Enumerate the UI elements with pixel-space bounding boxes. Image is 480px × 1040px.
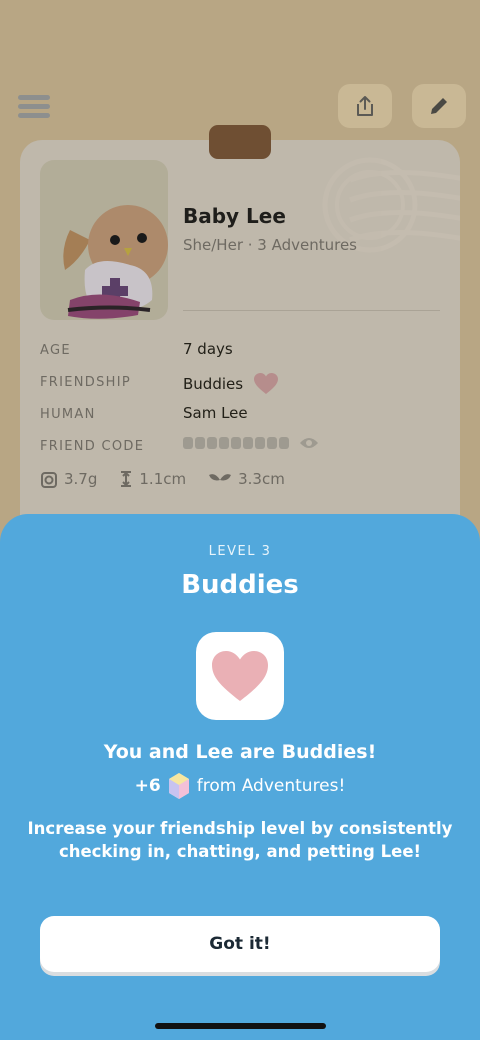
pet-stats: 3.7g 1.1cm 3.3cm	[40, 470, 285, 488]
level-title: Buddies	[181, 570, 299, 600]
height-stat: 1.1cm	[119, 470, 186, 488]
age-value: 7 days	[183, 340, 233, 358]
info-row-friendship: FRIENDSHIP Buddies	[40, 372, 440, 394]
pet-name: Baby Lee	[183, 204, 286, 228]
friendship-headline: You and Lee are Buddies!	[103, 741, 377, 763]
wings-icon	[209, 474, 232, 481]
scale-icon	[41, 472, 57, 488]
eye-icon[interactable]	[299, 436, 319, 450]
wingspan-stat: 3.3cm	[208, 470, 285, 488]
share-button[interactable]	[338, 84, 392, 128]
friendship-value: Buddies	[183, 375, 244, 393]
bird-character-image	[63, 205, 168, 319]
human-value: Sam Lee	[183, 404, 248, 422]
reward-amount: +6	[134, 776, 161, 796]
friend-code-hidden	[183, 437, 289, 449]
info-row-human: HUMAN Sam Lee	[40, 404, 440, 426]
age-label: AGE	[40, 343, 71, 358]
heart-icon	[212, 651, 268, 701]
card-tab	[209, 125, 271, 159]
info-row-age: AGE 7 days	[40, 340, 440, 362]
pencil-icon	[431, 98, 447, 114]
card-divider	[183, 310, 440, 311]
friendship-description: Increase your friendship level by consis…	[27, 819, 453, 861]
height-value: 1.1cm	[139, 470, 187, 488]
height-icon	[121, 471, 132, 487]
share-icon	[357, 96, 373, 116]
edit-button[interactable]	[412, 84, 466, 128]
level-label: LEVEL 3	[208, 544, 272, 559]
friend-code-label: FRIEND CODE	[40, 439, 145, 454]
human-label: HUMAN	[40, 407, 96, 422]
heart-icon[interactable]	[253, 372, 279, 396]
pet-avatar	[40, 160, 168, 320]
got-it-button[interactable]: Got it!	[40, 916, 440, 972]
home-indicator[interactable]	[155, 1023, 326, 1029]
friendship-label: FRIENDSHIP	[40, 375, 131, 390]
reward-line: +6 from Adventures!	[0, 772, 480, 800]
pet-subtitle: She/Her · 3 Adventures	[183, 236, 358, 254]
info-row-friend-code: FRIEND CODE	[40, 436, 440, 458]
weight-value: 3.7g	[64, 470, 98, 488]
wingspan-value: 3.3cm	[238, 470, 285, 488]
heart-badge	[196, 632, 284, 720]
hamburger-menu-icon[interactable]	[16, 92, 52, 120]
crystal-gem-icon	[168, 773, 189, 799]
weight-stat: 3.7g	[40, 470, 97, 488]
profile-card: Baby Lee She/Her · 3 Adventures AGE 7 da…	[20, 140, 460, 560]
reward-text: from Adventures!	[196, 776, 346, 796]
friendship-level-sheet: LEVEL 3 Buddies You and Lee are Buddies!…	[0, 514, 480, 1040]
